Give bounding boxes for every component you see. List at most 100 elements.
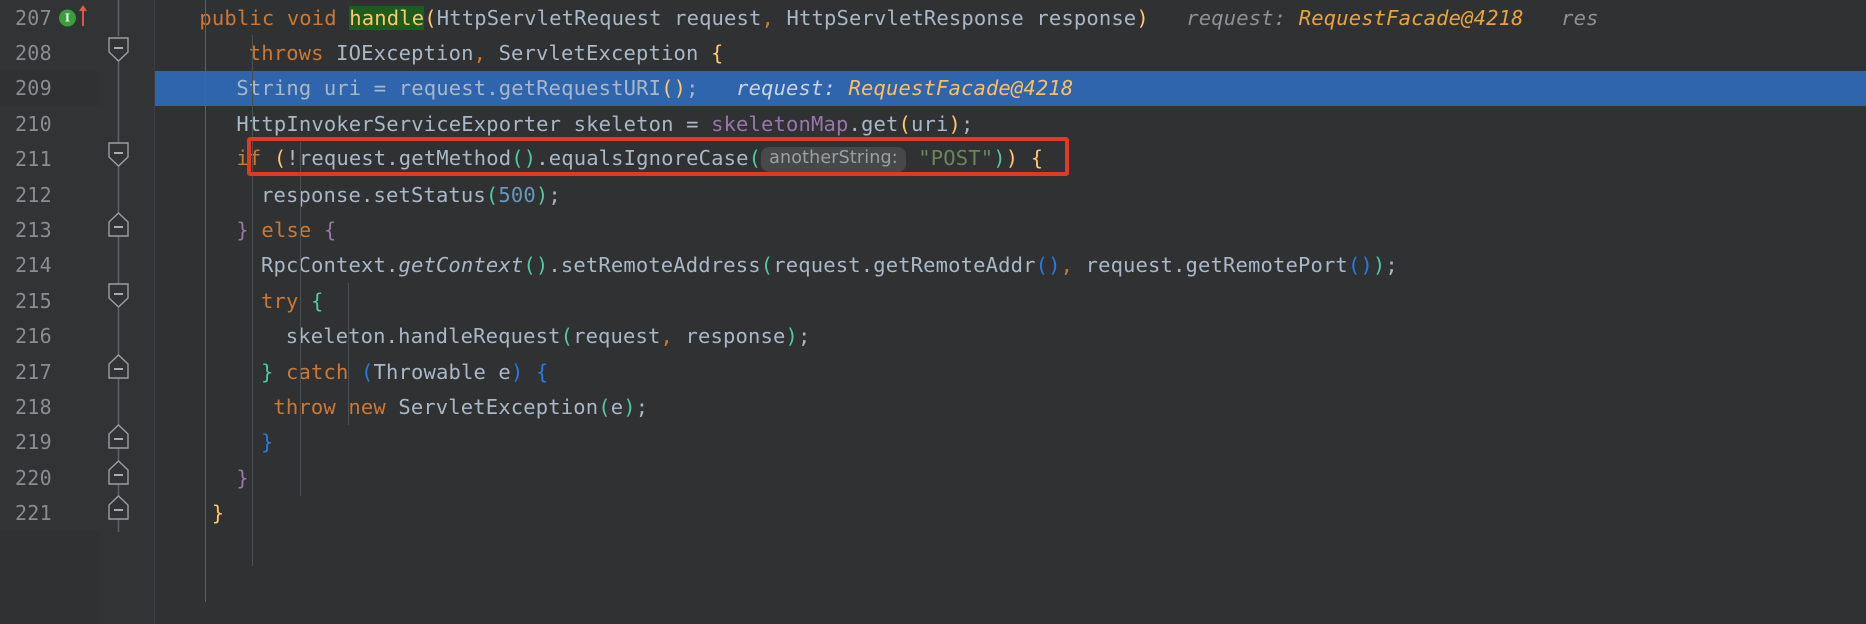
code-text[interactable]: if (!request.getMethod().equalsIgnoreCas… <box>100 142 1866 177</box>
token: ServletException <box>385 394 599 419</box>
line-gutter[interactable]: 219 <box>0 424 100 461</box>
code-line-row[interactable]: 208 throws IOException, ServletException … <box>0 35 1866 71</box>
code-text[interactable]: skeleton.handleRequest(request, response… <box>100 319 1866 354</box>
token: . <box>385 253 399 278</box>
code-text[interactable]: } else { <box>100 212 1866 247</box>
code-text[interactable]: HttpInvokerServiceExporter skeleton = sk… <box>100 106 1866 141</box>
code-line-row[interactable]: 213} else { <box>0 212 1866 248</box>
line-number: 218 <box>14 394 52 419</box>
gutter-icon-slot[interactable] <box>52 495 96 530</box>
gutter-icon-slot[interactable]: I <box>52 0 96 35</box>
line-gutter[interactable]: 208 <box>0 35 100 71</box>
override-arrow-icon[interactable] <box>78 4 88 26</box>
code-editor[interactable]: 207 Ipublic void handle(HttpServletReques… <box>0 0 1866 624</box>
token: . <box>1173 253 1186 278</box>
gutter-icon-slot[interactable] <box>52 106 96 141</box>
token: handle <box>349 5 425 30</box>
code-text[interactable]: } <box>100 460 1866 495</box>
gutter-icon-slot[interactable] <box>52 212 96 247</box>
token: ( <box>748 146 762 171</box>
code-line-row[interactable]: 216 skeleton.handleRequest(request, respo… <box>0 318 1866 354</box>
line-number: 216 <box>14 324 52 349</box>
token: setStatus <box>373 182 486 207</box>
token: request <box>773 253 861 278</box>
line-gutter[interactable]: 221 <box>0 495 100 531</box>
line-gutter[interactable]: 209 <box>0 70 100 107</box>
code-line-row[interactable]: 211 if (!request.getMethod().equalsIgnore… <box>0 141 1866 177</box>
line-gutter[interactable]: 207 I <box>0 0 100 36</box>
token: . <box>536 146 549 171</box>
token: throws <box>248 41 324 66</box>
line-gutter[interactable]: 217 <box>0 353 100 390</box>
token: , <box>1060 253 1074 278</box>
token: . <box>860 253 874 278</box>
code-text[interactable]: try { <box>100 283 1866 318</box>
token: ) <box>1372 253 1386 278</box>
line-gutter[interactable]: 212 <box>0 176 100 213</box>
code-text[interactable]: throw new ServletException(e); <box>100 389 1866 424</box>
code-line-row[interactable]: 210 HttpInvokerServiceExporter skeleton =… <box>0 106 1866 142</box>
token: uri <box>910 111 949 136</box>
code-text[interactable]: String uri = request.getRequestURI(); re… <box>100 70 1866 107</box>
parameter-hint-chip[interactable]: anotherString: <box>761 146 906 173</box>
token: ; <box>1385 253 1398 278</box>
gutter-icon-slot[interactable] <box>52 425 96 460</box>
code-text[interactable]: } <box>100 425 1866 460</box>
indent-guide <box>252 35 253 567</box>
inline-hint-label: res <box>1561 5 1599 30</box>
line-gutter[interactable]: 213 <box>0 212 100 248</box>
indent-guide <box>300 141 301 496</box>
gutter-icon-slot[interactable] <box>52 283 96 318</box>
code-line-row[interactable]: 221} <box>0 495 1866 531</box>
gutter-icon-slot[interactable] <box>52 319 96 354</box>
gutter-icon-slot[interactable] <box>52 35 96 70</box>
gutter-icon-slot[interactable] <box>52 354 96 389</box>
code-text[interactable]: throws IOException, ServletException { <box>100 35 1866 70</box>
token: ) <box>510 359 524 384</box>
gutter-icon-slot[interactable] <box>52 71 96 106</box>
code-text[interactable]: } <box>100 495 1866 530</box>
token: request <box>573 324 661 349</box>
line-gutter[interactable]: 211 <box>0 141 100 177</box>
token: , <box>761 5 775 30</box>
gutter-icon-slot[interactable] <box>52 142 96 177</box>
line-gutter[interactable]: 218 <box>0 389 100 425</box>
code-tokens: } <box>236 466 249 490</box>
token: HttpInvokerServiceExporter skeleton = <box>236 111 712 136</box>
token: RpcContext <box>261 253 386 278</box>
line-gutter[interactable]: 210 <box>0 106 100 142</box>
token: } <box>261 359 274 384</box>
line-gutter[interactable]: 214 <box>0 247 100 284</box>
token: . <box>548 253 561 278</box>
gutter-icon-slot[interactable] <box>52 460 96 495</box>
code-line-row[interactable]: 215 try { <box>0 283 1866 319</box>
line-number: 208 <box>14 41 52 66</box>
code-text[interactable]: } catch (Throwable e) { <box>100 354 1866 389</box>
token: equalsIgnoreCase <box>548 146 749 171</box>
code-tokens: skeleton.handleRequest(request, response… <box>286 324 811 348</box>
token: else <box>261 218 312 243</box>
code-line-row[interactable]: 214 RpcContext.getContext().setRemoteAddr… <box>0 247 1866 284</box>
line-gutter[interactable]: 220 <box>0 460 100 496</box>
code-text[interactable]: RpcContext.getContext().setRemoteAddress… <box>100 248 1866 283</box>
token: () <box>1347 253 1373 278</box>
code-line-row[interactable]: 212 response.setStatus(500); <box>0 176 1866 213</box>
code-text[interactable]: response.setStatus(500); <box>100 177 1866 212</box>
line-gutter[interactable]: 216 <box>0 318 100 354</box>
token: IOException <box>323 41 474 66</box>
code-line-row[interactable]: 219} <box>0 424 1866 461</box>
code-tokens: } <box>261 430 274 454</box>
code-line-row[interactable]: 207 Ipublic void handle(HttpServletReques… <box>0 0 1866 36</box>
gutter-icon-slot[interactable] <box>52 389 96 424</box>
gutter-icon-slot[interactable] <box>52 177 96 212</box>
code-line-row[interactable]: 220} <box>0 460 1866 496</box>
gutter-icon-slot[interactable] <box>52 248 96 283</box>
code-line-row[interactable]: 217} catch (Throwable e) { <box>0 353 1866 390</box>
token: () <box>661 76 687 101</box>
implementation-marker-icon[interactable]: I <box>59 9 76 27</box>
code-line-row[interactable]: 209 String uri = request.getRequestURI();… <box>0 70 1866 107</box>
line-gutter[interactable]: 215 <box>0 283 100 319</box>
code-line-row[interactable]: 218 throw new ServletException(e); <box>0 389 1866 425</box>
code-text[interactable]: public void handle(HttpServletRequest re… <box>100 0 1866 35</box>
